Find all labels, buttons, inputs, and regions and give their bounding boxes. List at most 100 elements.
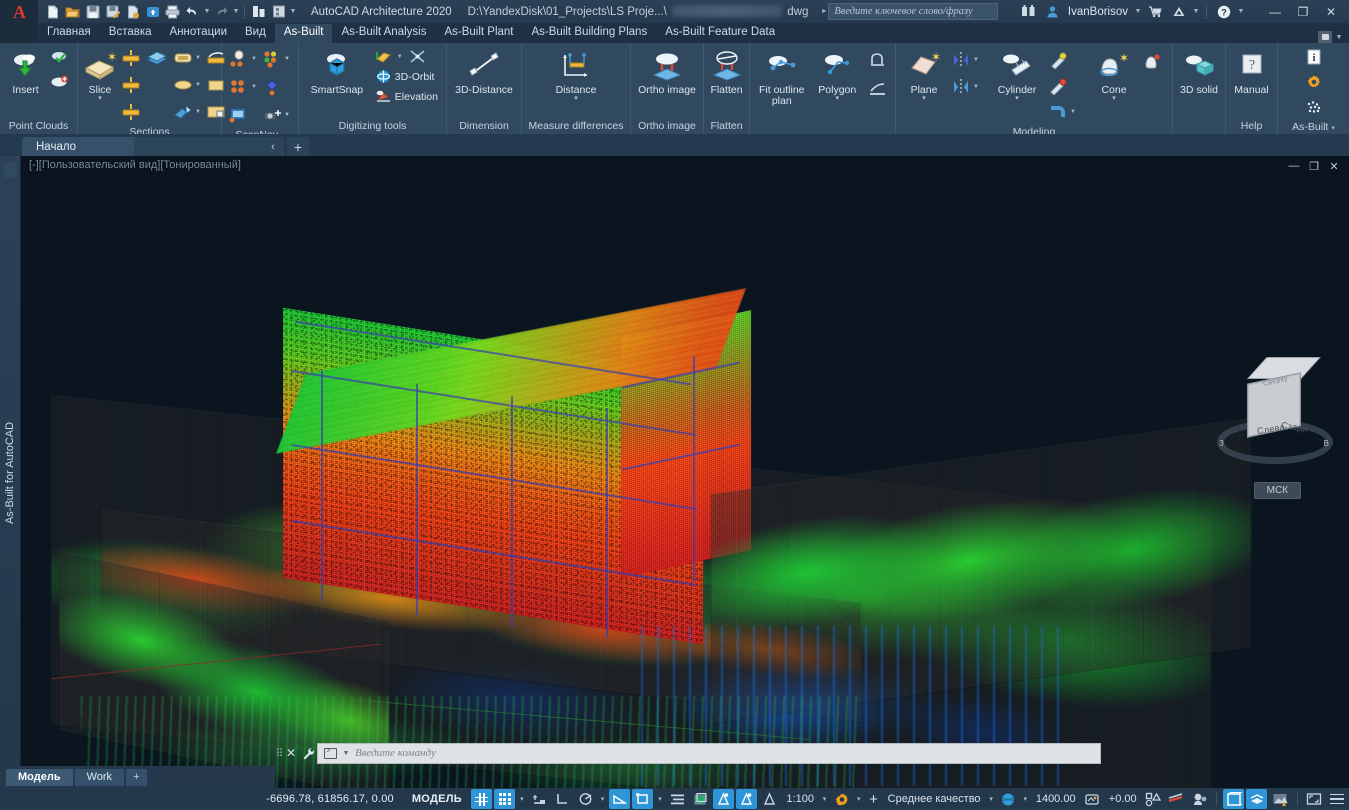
3d-solid-button[interactable]: 3D solid	[1178, 46, 1220, 96]
scan-point-icon[interactable]	[260, 75, 284, 99]
fullscreen-toggle-icon[interactable]	[1304, 789, 1325, 809]
view-cube-compass-east[interactable]: В	[1324, 439, 1329, 448]
layout-tab-add-button[interactable]: +	[126, 768, 147, 786]
drawing-tab-current[interactable]	[134, 137, 262, 156]
plane-caret[interactable]: ▾	[922, 95, 926, 102]
visual-style-caret[interactable]: ▾	[1020, 789, 1031, 809]
search-expand-arrow[interactable]: ►	[820, 8, 828, 15]
snap-mode-toggle[interactable]	[494, 789, 516, 809]
scan-position-caret[interactable]: ▼	[251, 56, 258, 62]
command-history-caret[interactable]: ▼	[342, 750, 350, 757]
scan-group-caret[interactable]: ▼	[284, 56, 291, 62]
ucs-selector[interactable]: МСК	[1253, 482, 1301, 499]
cylinder-button[interactable]: Cylinder ▾	[990, 46, 1044, 102]
verify-point-cloud-icon[interactable]	[48, 46, 72, 70]
ribbon-tab-as-built-feature-data[interactable]: As-Built Feature Data	[656, 24, 784, 43]
annotation-autoscale-icon[interactable]	[736, 789, 758, 809]
workspace-caret[interactable]: ▾	[853, 789, 864, 809]
isolate-objects-icon[interactable]	[1143, 789, 1164, 809]
snap-mode-caret[interactable]: ▾	[516, 789, 527, 809]
infer-constraints-icon[interactable]	[528, 789, 549, 809]
new-file-icon[interactable]	[43, 2, 62, 22]
viewport-config-label[interactable]: [-][Пользовательский вид][Тонированный]	[29, 159, 241, 171]
merge-plane-caret[interactable]: ▼	[973, 84, 980, 90]
section-plane-icon[interactable]	[119, 73, 143, 97]
annotation-scale-caret[interactable]: ▾	[819, 789, 830, 809]
user-account-icon[interactable]	[1042, 1, 1064, 22]
point-cloud-settings-icon[interactable]	[1302, 95, 1326, 119]
command-line-close-icon[interactable]: ✕	[283, 744, 299, 762]
close-button[interactable]: ✕	[1317, 0, 1345, 23]
scan-camera-caret[interactable]: ▼	[284, 112, 291, 118]
isometric-drafting-icon[interactable]	[609, 789, 631, 809]
view-cube[interactable]: Слева Сзади Сверху З В	[1211, 357, 1339, 482]
point-cloud-model[interactable]	[21, 156, 1349, 790]
elevation-level-icon[interactable]	[1082, 789, 1103, 809]
application-menu-button[interactable]: A	[0, 0, 38, 23]
customization-menu-icon[interactable]	[1327, 789, 1348, 809]
minimize-button[interactable]: —	[1261, 0, 1289, 23]
measure-distance-caret[interactable]: ▾	[574, 95, 578, 102]
section-extract-icon[interactable]	[171, 100, 195, 124]
ribbon-tab-as-built-analysis[interactable]: As-Built Analysis	[332, 24, 435, 43]
ribbon-display-options-icon[interactable]	[1318, 31, 1332, 43]
contour-side-icon[interactable]	[866, 76, 890, 100]
search-input[interactable]: Введите ключевое слово/фразу	[828, 3, 999, 20]
polar-tracking-caret[interactable]: ▾	[597, 789, 608, 809]
palette-grip-handle[interactable]	[4, 162, 17, 178]
3d-distance-button[interactable]: 3D-Distance	[452, 46, 516, 96]
cone-caret[interactable]: ▾	[1112, 95, 1116, 102]
redo-icon[interactable]	[212, 2, 231, 22]
view-cube-compass-west[interactable]: З	[1219, 439, 1224, 448]
viewport-minimize-icon[interactable]: —	[1285, 158, 1303, 174]
info-icon[interactable]: i	[1302, 45, 1326, 69]
section-extract-caret[interactable]: ▼	[195, 109, 202, 115]
digitize-cross-button[interactable]	[406, 47, 429, 66]
layer-state-icon[interactable]	[1246, 789, 1268, 809]
as-built-palette-rail[interactable]: As-Built for AutoCAD	[0, 156, 21, 790]
mirror-plane-icon[interactable]	[949, 48, 973, 72]
customize-add-icon[interactable]: +	[864, 789, 882, 809]
section-settings-caret[interactable]: ▼	[195, 55, 202, 61]
drawing-tab-nav-arrow[interactable]: ‹	[262, 137, 284, 156]
print-icon[interactable]	[163, 2, 182, 22]
pipe-elbow-caret[interactable]: ▼	[1070, 109, 1077, 115]
pipe-icon[interactable]	[1046, 48, 1070, 72]
digitize-plane-button[interactable]	[372, 47, 395, 66]
point-cloud-manager-icon[interactable]	[48, 71, 72, 95]
plane-button[interactable]: ✶ Plane ▾	[901, 46, 947, 102]
layout-tab-work[interactable]: Work	[74, 768, 125, 786]
clean-screen-icon[interactable]	[1189, 789, 1210, 809]
open-file-icon[interactable]	[63, 2, 82, 22]
zoom-value[interactable]: 1400.00	[1031, 793, 1081, 805]
ribbon-tab-as-built[interactable]: As-Built	[274, 24, 333, 43]
ribbon-tab-insert[interactable]: Вставка	[100, 24, 161, 43]
elevation-button[interactable]: Elevation	[372, 87, 441, 106]
layout-tab-model[interactable]: Модель	[6, 768, 73, 786]
viewport-restore-icon[interactable]: ❐	[1305, 158, 1323, 174]
section-plate-icon[interactable]	[145, 46, 169, 70]
section-box-icon[interactable]	[119, 100, 143, 124]
command-input[interactable]: ▼ Введите команду	[317, 742, 1101, 764]
merge-plane-icon[interactable]	[949, 75, 973, 99]
section-ortho-icon[interactable]	[171, 73, 195, 97]
user-menu-caret[interactable]: ▼	[1134, 8, 1142, 15]
export-icon[interactable]	[123, 2, 142, 22]
cylinder-caret[interactable]: ▾	[1015, 95, 1019, 102]
list-view-icon[interactable]	[666, 789, 687, 809]
scan-group-icon[interactable]	[260, 47, 284, 71]
viewport-config-icon[interactable]	[1223, 789, 1245, 809]
slice-dropdown-caret[interactable]: ▾	[98, 95, 102, 102]
coordinate-readout[interactable]: -6696.78, 61856.17, 0.00	[256, 793, 404, 805]
ortho-image-button[interactable]: Ortho image	[636, 46, 698, 96]
scan-cluster-icon[interactable]	[227, 75, 251, 99]
help-icon[interactable]: ?	[1213, 1, 1235, 22]
hardware-acceleration-icon[interactable]	[1166, 789, 1187, 809]
restore-button[interactable]: ❐	[1289, 0, 1317, 23]
new-drawing-tab-button[interactable]: +	[287, 137, 309, 156]
selection-cycling-icon[interactable]	[690, 789, 711, 809]
panel-title-as-built[interactable]: As-Built ▾	[1278, 119, 1349, 135]
grid-display-toggle[interactable]	[471, 789, 493, 809]
slice-button[interactable]: ✶ Slice ▾	[83, 46, 117, 102]
mirror-plane-caret[interactable]: ▼	[973, 57, 980, 63]
